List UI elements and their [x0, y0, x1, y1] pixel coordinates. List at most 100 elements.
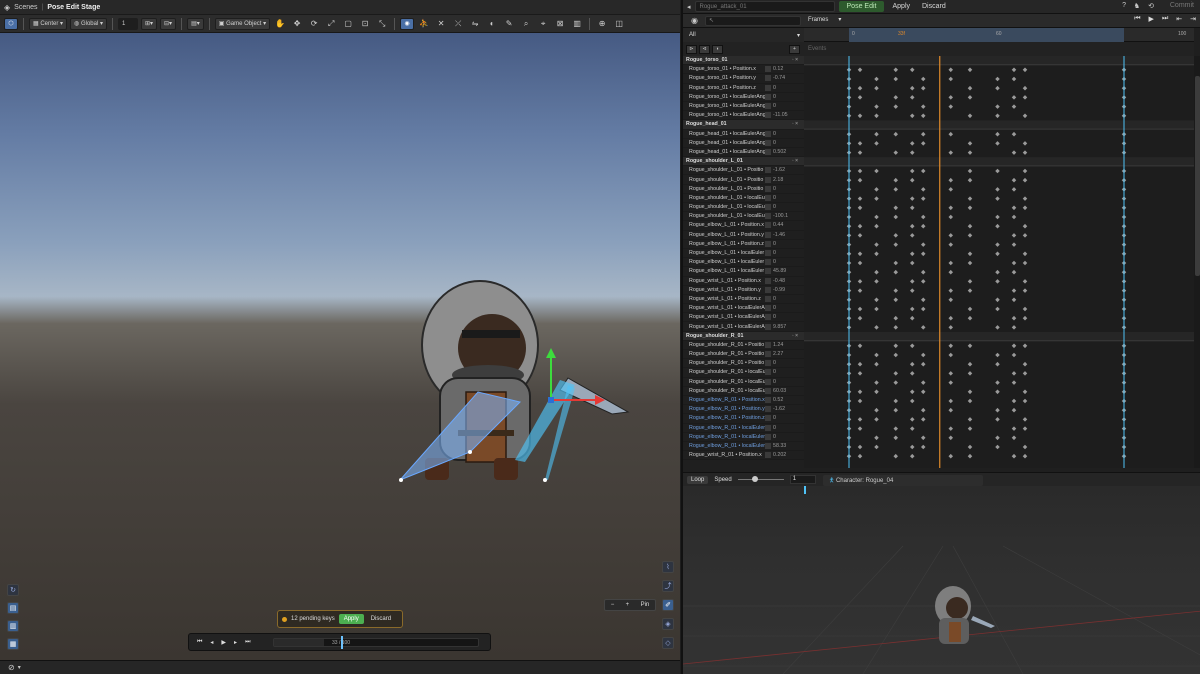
key-toggle-icon[interactable] — [765, 250, 771, 257]
key-toggle-icon[interactable] — [765, 351, 771, 358]
skin-tool-icon[interactable]: ◐ — [485, 18, 499, 30]
group-toggle-icon[interactable]: ◦ × — [792, 333, 798, 339]
keyframe[interactable] — [909, 251, 915, 257]
keyframe[interactable] — [909, 168, 915, 174]
keyframe[interactable] — [967, 371, 973, 376]
keyframe[interactable] — [995, 141, 1000, 146]
keyframe[interactable] — [893, 95, 899, 100]
character-selector[interactable]: 🯅 Character: Rogue_04 — [823, 475, 983, 486]
key-toggle-icon[interactable] — [765, 415, 771, 422]
keyframe[interactable] — [948, 233, 954, 238]
keyframe[interactable] — [893, 260, 899, 266]
keyframe[interactable] — [874, 417, 879, 422]
property-row[interactable]: Rogue_wrist_L_01 • localEulerA 0 — [683, 313, 804, 323]
loop-button[interactable]: Loop — [687, 475, 709, 484]
chevron-down-icon[interactable]: ▾ — [18, 664, 21, 671]
layers-tool-icon[interactable]: ◇ — [662, 637, 674, 649]
keyframe[interactable] — [909, 417, 915, 422]
keyframe[interactable] — [893, 269, 899, 275]
property-value[interactable]: 2.27 — [773, 351, 803, 357]
keyframe[interactable] — [920, 242, 926, 247]
keyframe[interactable] — [1011, 315, 1017, 321]
keyframe[interactable] — [967, 306, 973, 312]
pose-edit-button[interactable]: Pose Edit — [838, 1, 885, 12]
keyframe[interactable] — [857, 168, 863, 174]
property-value[interactable]: 0 — [773, 425, 803, 431]
keyframe[interactable] — [920, 187, 926, 192]
keyframe[interactable] — [1022, 196, 1028, 201]
group-track[interactable] — [804, 56, 1194, 66]
property-value[interactable]: 60.03 — [773, 388, 803, 394]
key-toggle-icon[interactable] — [765, 295, 771, 302]
keyframe[interactable] — [857, 361, 863, 367]
keyframe[interactable] — [874, 380, 879, 385]
keyframe[interactable] — [1011, 398, 1017, 404]
keyframe[interactable] — [948, 435, 954, 441]
keyframe[interactable] — [1011, 435, 1017, 441]
keyframe[interactable] — [1022, 288, 1028, 293]
character-icon[interactable]: ♞ — [1134, 2, 1140, 10]
keyframe[interactable] — [893, 426, 899, 431]
keyframe[interactable] — [874, 444, 879, 450]
keyframe[interactable] — [893, 131, 899, 137]
keyframe[interactable] — [920, 85, 926, 91]
keyframe[interactable] — [909, 260, 915, 266]
keyframe[interactable] — [909, 389, 915, 395]
keyframe[interactable] — [893, 150, 899, 155]
keyframe[interactable] — [857, 453, 863, 459]
keyframe[interactable] — [967, 150, 973, 155]
property-row[interactable]: Rogue_elbow_L_01 • Position.y -1.46 — [683, 231, 804, 240]
keyframe[interactable] — [967, 426, 973, 431]
property-value[interactable]: 0 — [773, 434, 803, 440]
property-row[interactable]: Rogue_elbow_R_01 • Position.z 0 — [683, 414, 804, 424]
property-value[interactable]: 0 — [773, 250, 803, 256]
keyframe[interactable] — [1011, 426, 1017, 431]
keyframe[interactable] — [909, 205, 915, 211]
group-toggle-icon[interactable]: ◦ × — [792, 158, 798, 164]
bone-tool-icon[interactable]: ✕ — [434, 18, 448, 30]
keyframe[interactable] — [967, 251, 973, 257]
key-toggle-icon[interactable] — [765, 259, 771, 266]
keyframe[interactable] — [857, 389, 863, 395]
keyframe[interactable] — [967, 141, 973, 146]
keyframe[interactable] — [857, 288, 863, 293]
scrollbar-thumb[interactable] — [1195, 76, 1200, 276]
keyframe[interactable] — [1022, 371, 1028, 376]
keyframe[interactable] — [893, 297, 899, 303]
keyframe[interactable] — [967, 67, 973, 73]
keyframe[interactable] — [995, 196, 1000, 201]
keyframe[interactable] — [874, 113, 879, 119]
move-tool-icon[interactable]: ✥ — [290, 18, 304, 30]
keyframe[interactable] — [1011, 371, 1017, 376]
keyframe[interactable] — [857, 444, 863, 450]
run-tool-icon[interactable]: ⛹ — [417, 18, 431, 30]
property-value[interactable]: 0.52 — [773, 397, 803, 403]
keyframe[interactable] — [857, 223, 863, 229]
keyframe[interactable] — [893, 177, 899, 183]
key-toggle-icon[interactable] — [765, 314, 771, 321]
property-row[interactable]: Rogue_shoulder_R_01 • localEu 0 — [683, 378, 804, 387]
keyframe[interactable] — [995, 361, 1000, 367]
keyframe[interactable] — [893, 233, 899, 238]
keyframe[interactable] — [874, 407, 879, 413]
property-value[interactable]: 0 — [773, 314, 803, 320]
pin-button[interactable]: Pin — [641, 602, 650, 608]
keyframe[interactable] — [948, 205, 954, 211]
property-value[interactable]: 0 — [773, 94, 803, 100]
key-toggle-icon[interactable] — [765, 305, 771, 312]
property-value[interactable]: -0.99 — [773, 287, 803, 293]
keyframe[interactable] — [1022, 417, 1028, 422]
prev-key-icon[interactable]: ⇤ — [1176, 15, 1182, 23]
group-toggle-icon[interactable]: ◦ × — [792, 121, 798, 127]
keyframe[interactable] — [909, 196, 915, 201]
key-toggle-icon[interactable] — [765, 93, 771, 100]
property-value[interactable]: 0 — [773, 415, 803, 421]
property-value[interactable]: 1.24 — [773, 342, 803, 348]
keyframe[interactable] — [1022, 426, 1028, 431]
gizmo-center[interactable] — [548, 397, 554, 403]
keyframe[interactable] — [948, 76, 954, 82]
group-toggle-icon[interactable]: ◦ × — [792, 57, 798, 63]
next-key-icon[interactable]: ⇥ — [1190, 15, 1196, 23]
keyframe[interactable] — [1022, 223, 1028, 229]
property-row[interactable]: Rogue_elbow_R_01 • localEuler 58.33 — [683, 442, 804, 452]
